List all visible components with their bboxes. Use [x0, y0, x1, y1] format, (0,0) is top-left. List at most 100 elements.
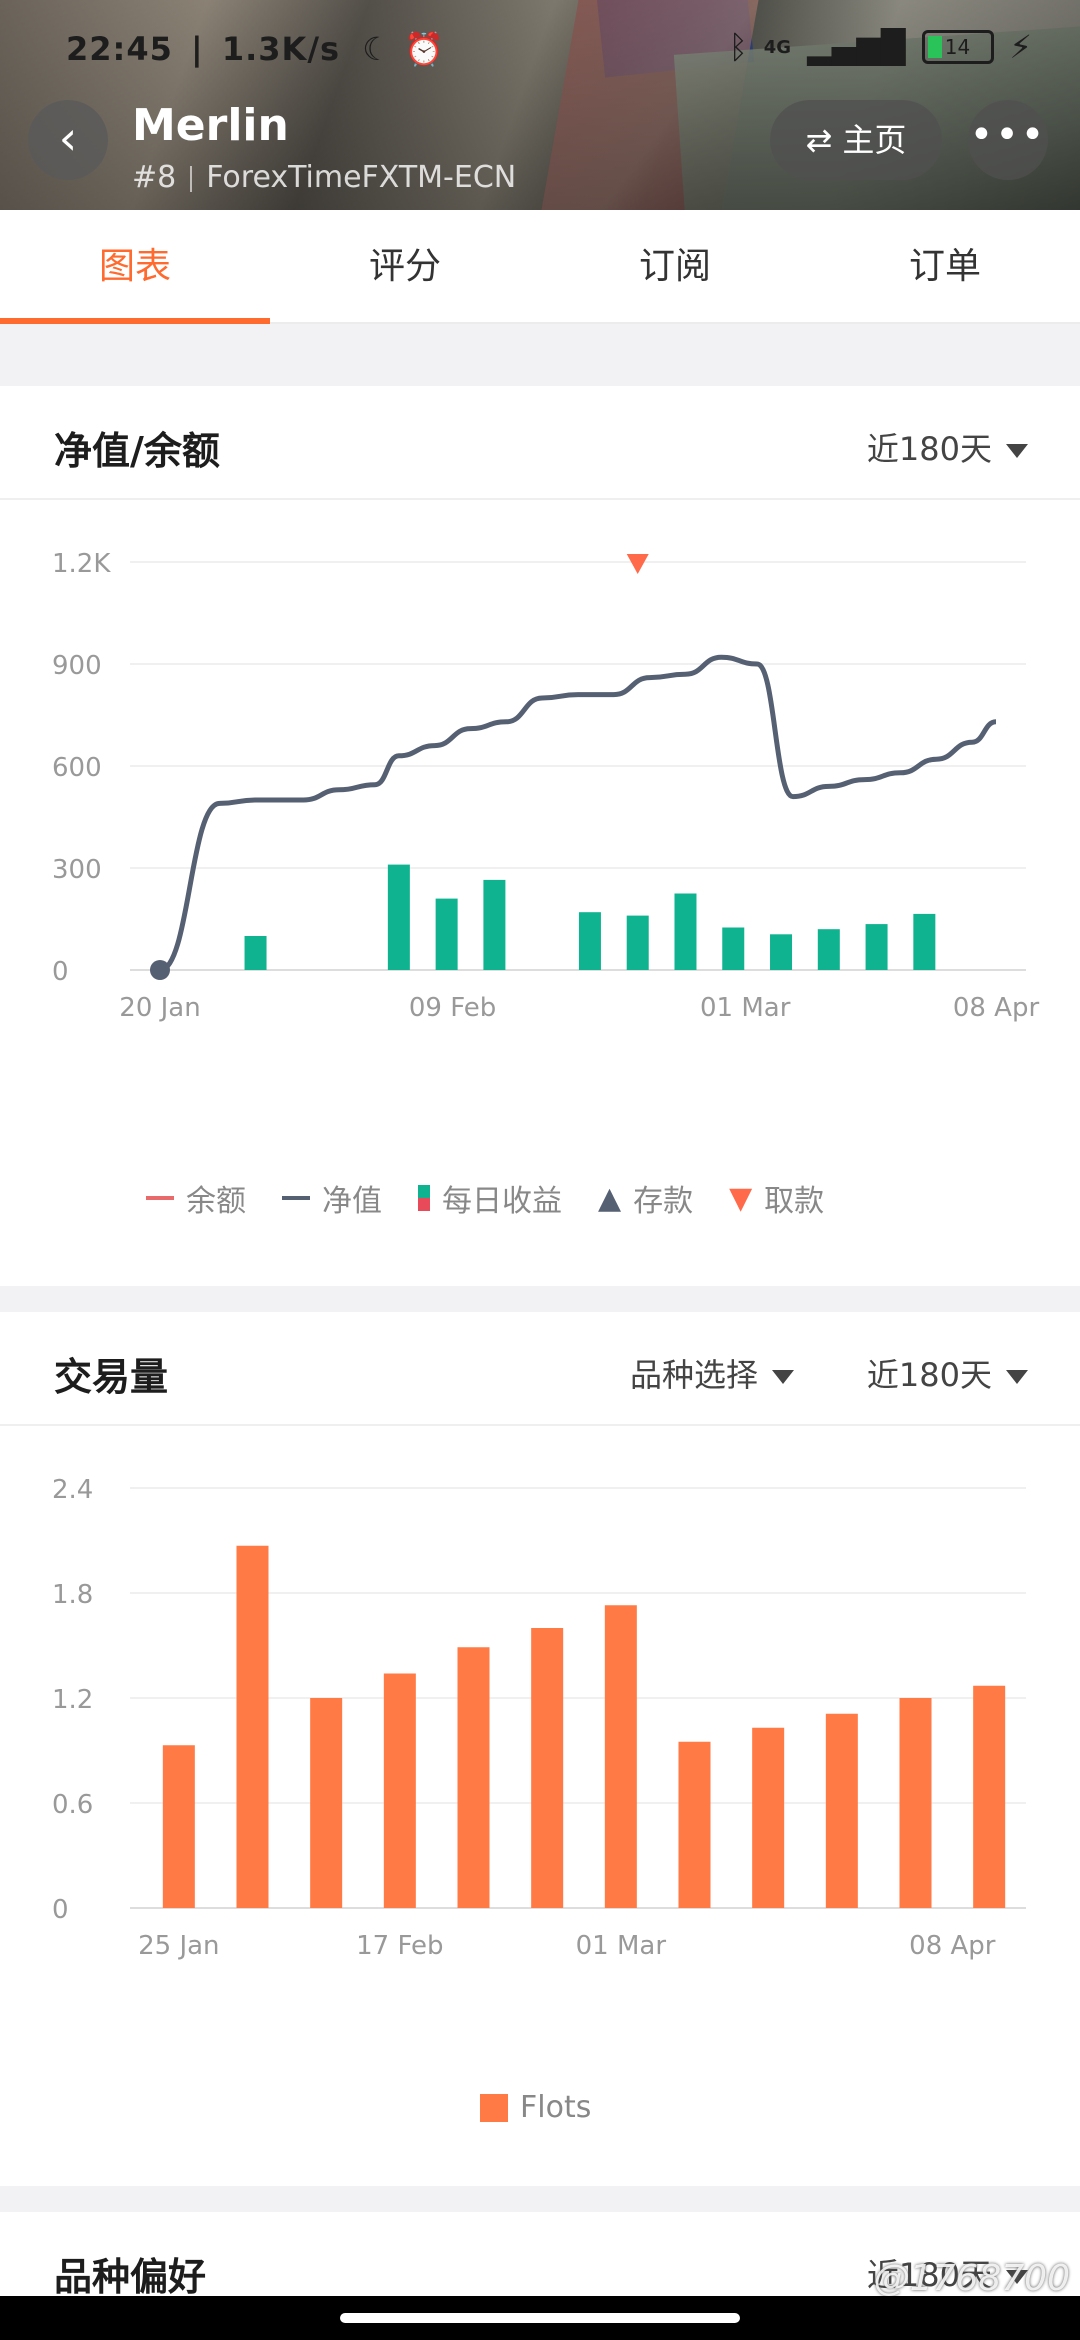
profit-bar — [578, 912, 601, 970]
volume-period-label: 近180天 — [866, 1356, 992, 1394]
battery-level: 14 — [944, 35, 971, 59]
profit-bar — [626, 915, 649, 970]
battery-icon: 14 — [921, 30, 994, 64]
triangle-down-icon: ▼ — [729, 1180, 753, 1216]
tab-chart[interactable]: 图表 — [0, 210, 270, 324]
volume-bar — [899, 1698, 932, 1908]
y-tick-label: 0.6 — [52, 1790, 93, 1820]
x-tick-label: 09 Feb — [409, 993, 496, 1023]
legend-deposit[interactable]: ▲ 存款 — [598, 1176, 693, 1220]
alarm-icon: ⏰ — [404, 30, 445, 68]
moon-icon: ☾ — [362, 30, 392, 68]
chevron-down-icon — [1006, 444, 1028, 458]
y-tick-label: 300 — [52, 855, 102, 885]
equity-legend: 余额 净值 每日收益 ▲ 存款 ▼ 取款 — [146, 1176, 824, 1220]
x-tick-label: 01 Mar — [700, 993, 791, 1023]
volume-legend: Flots — [480, 2090, 591, 2125]
profit-bar — [770, 934, 793, 970]
legend-flots[interactable]: Flots — [480, 2090, 591, 2125]
home-button-label: 主页 — [842, 121, 907, 159]
equity-card: 净值/余额 近180天 0 300 600 900 1.2K 20 Jan 09 Feb 01… — [0, 386, 1080, 1286]
x-tick-label: 17 Feb — [356, 1931, 443, 1961]
profit-bar — [674, 893, 697, 970]
clock: 22:45 — [66, 30, 173, 68]
tab-bar: 图表 评分 订阅 订单 — [0, 210, 1080, 324]
volume-bar — [383, 1673, 416, 1908]
net-speed: 1.3K/s — [221, 30, 341, 68]
symbol-filter-dropdown[interactable]: 品种选择 — [630, 1350, 795, 1396]
profit-bar — [387, 864, 410, 970]
y-tick-label: 900 — [52, 651, 102, 681]
profit-bar — [435, 898, 458, 970]
symbol-filter-label: 品种选择 — [630, 1356, 759, 1394]
page-title: Merlin — [132, 100, 289, 151]
broker-label: ForexTimeFXTM-ECN — [206, 160, 517, 195]
status-bar: 22:45 | 1.3K/s ☾ ⏰ ᛒ 4G ▂▄▆█ 14 ⚡ — [66, 28, 1032, 68]
y-tick-label: 0 — [52, 1895, 69, 1925]
x-tick-label: 08 Apr — [953, 993, 1040, 1023]
charging-icon: ⚡ — [1009, 28, 1032, 66]
y-tick-label: 0 — [52, 957, 69, 987]
volume-bar — [973, 1685, 1006, 1908]
swap-icon: ⇄ — [805, 121, 833, 159]
home-indicator[interactable] — [340, 2313, 740, 2323]
y-tick-label: 2.4 — [52, 1475, 93, 1505]
more-dots-icon: ••• — [969, 112, 1047, 158]
y-tick-label: 1.8 — [52, 1580, 93, 1610]
bar-swatch-icon — [480, 2093, 508, 2122]
x-tick-label: 08 Apr — [909, 1931, 996, 1961]
more-button[interactable]: ••• — [968, 100, 1048, 180]
chevron-down-icon — [1006, 1370, 1028, 1384]
volume-period-dropdown[interactable]: 近180天 — [867, 1350, 1028, 1396]
x-tick-label: 01 Mar — [576, 1931, 667, 1961]
line-swatch-icon — [282, 1196, 310, 1200]
volume-bar — [531, 1628, 564, 1908]
volume-card-title: 交易量 — [54, 1355, 169, 1399]
volume-bar — [457, 1647, 490, 1908]
profit-bar — [865, 924, 888, 970]
deposit-marker — [150, 960, 170, 980]
volume-bar — [825, 1713, 858, 1908]
rank-label: #8 — [132, 160, 177, 195]
equity-period-dropdown[interactable]: 近180天 — [867, 424, 1028, 470]
volume-bar — [678, 1741, 711, 1908]
profit-bar — [722, 927, 745, 970]
equity-period-label: 近180天 — [866, 430, 992, 468]
triangle-up-icon: ▲ — [598, 1180, 622, 1216]
tab-rating[interactable]: 评分 — [270, 210, 540, 322]
home-button[interactable]: ⇄ 主页 — [770, 100, 942, 180]
volume-bar — [236, 1545, 269, 1908]
equity-line — [159, 654, 997, 973]
volume-card: 交易量 品种选择 近180天 0 0.6 1.2 1.8 2.4 25 Jan 17 Feb… — [0, 1312, 1080, 2186]
signal-icon: ▂▄▆█ — [807, 28, 906, 66]
tab-subscribe[interactable]: 订阅 — [540, 210, 810, 322]
legend-equity[interactable]: 净值 — [282, 1176, 382, 1220]
profit-bar — [483, 879, 506, 970]
legend-withdraw[interactable]: ▼ 取款 — [729, 1176, 824, 1220]
tab-orders[interactable]: 订单 — [810, 210, 1080, 322]
withdraw-marker — [626, 554, 649, 574]
x-tick-label: 20 Jan — [119, 993, 200, 1023]
equity-card-title: 净值/余额 — [54, 429, 220, 473]
title-bar: ‹ Merlin #8 ForexTimeFXTM-ECN ⇄ 主页 ••• — [0, 96, 1080, 210]
equity-chart: 0 300 600 900 1.2K 20 Jan 09 Feb 01 Mar 08 Apr — [52, 549, 1040, 1023]
legend-balance[interactable]: 余额 — [146, 1176, 246, 1220]
y-tick-label: 1.2 — [52, 1685, 93, 1715]
volume-bar — [752, 1727, 785, 1908]
profit-bar — [817, 929, 840, 970]
volume-bar — [310, 1698, 343, 1908]
volume-bar — [604, 1605, 637, 1908]
subtitle: #8 ForexTimeFXTM-ECN — [132, 160, 516, 195]
chevron-left-icon: ‹ — [58, 111, 78, 165]
volume-chart: 0 0.6 1.2 1.8 2.4 25 Jan 17 Feb 01 Mar 08 Apr — [52, 1475, 1026, 1961]
bar-swatch-icon — [418, 1185, 430, 1211]
profit-bar — [913, 913, 936, 970]
volume-bar — [162, 1745, 195, 1908]
chevron-down-icon — [772, 1370, 795, 1384]
back-button[interactable]: ‹ — [28, 100, 108, 180]
line-swatch-icon — [146, 1196, 174, 1200]
network-type: 4G — [763, 36, 792, 58]
profit-bar — [244, 936, 267, 970]
x-tick-label: 25 Jan — [138, 1931, 219, 1961]
legend-daily-profit[interactable]: 每日收益 — [418, 1176, 562, 1220]
